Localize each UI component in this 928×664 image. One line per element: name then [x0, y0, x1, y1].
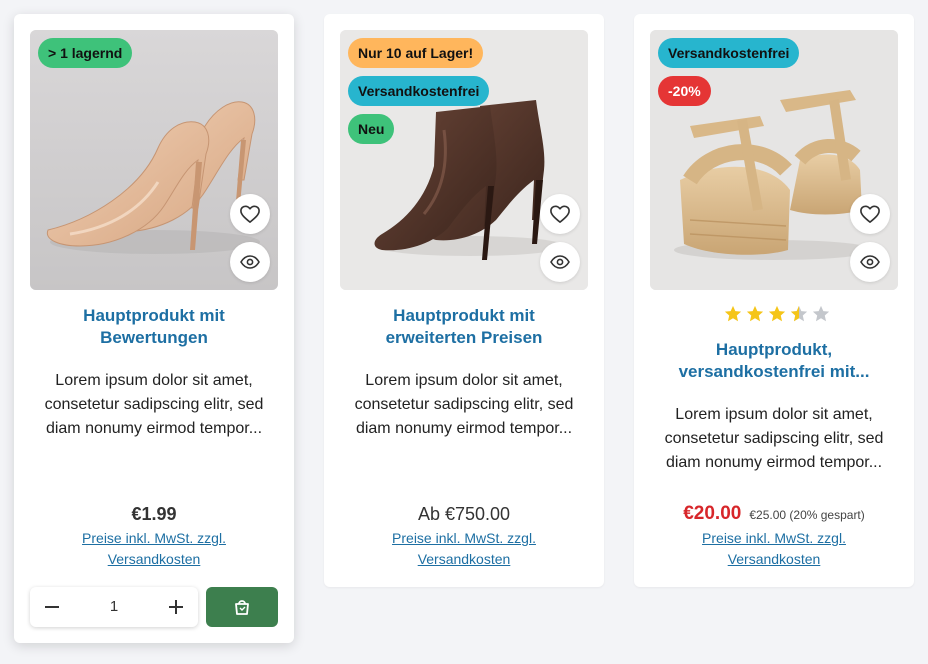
- title-line: Hauptprodukt mit: [83, 306, 225, 325]
- eye-icon: [240, 255, 260, 269]
- original-price: €25.00 (20% gespart): [749, 508, 865, 522]
- desc-line: consetetur sadipscing elitr, sed: [44, 396, 264, 413]
- badge-list: > 1 lagernd: [38, 38, 133, 68]
- product-price: Ab €750.00: [417, 504, 511, 524]
- desc-line: consetetur sadipscing elitr, sed: [354, 396, 574, 413]
- eye-icon: [860, 255, 880, 269]
- star-rating: [724, 305, 830, 323]
- badge-list: Versandkostenfrei -20%: [658, 38, 800, 106]
- eye-icon: [550, 255, 570, 269]
- quantity-stepper: 1: [30, 587, 198, 627]
- product-card: Nur 10 auf Lager! Versandkostenfrei Neu …: [324, 14, 604, 587]
- shipping-free-badge: Versandkostenfrei: [348, 76, 490, 106]
- title-line: Hauptprodukt,: [715, 340, 833, 359]
- desc-line: diam nonumy eirmod tempor...: [45, 420, 263, 437]
- title-line: versandkostenfrei mit...: [678, 362, 870, 381]
- product-price-block: €20.00 €25.00 (20% gespart): [650, 503, 898, 525]
- product-card: Versandkostenfrei -20% Hauptprodukt, ver…: [634, 14, 914, 587]
- minus-icon: [45, 606, 59, 608]
- tax-line: Preise inkl. MwSt. zzgl.: [82, 530, 226, 546]
- tax-line: Versandkosten: [417, 551, 511, 567]
- shopping-bag-icon: [235, 600, 249, 615]
- desc-line: Lorem ipsum dolor sit amet,: [365, 372, 563, 389]
- stock-badge: > 1 lagernd: [38, 38, 133, 68]
- new-badge: Neu: [348, 114, 395, 144]
- title-line: Bewertungen: [100, 328, 208, 347]
- increase-button[interactable]: [154, 587, 198, 627]
- tax-line: Versandkosten: [107, 551, 201, 567]
- wishlist-button[interactable]: [850, 194, 890, 234]
- tax-line: Versandkosten: [727, 551, 821, 567]
- heart-icon: [240, 205, 260, 223]
- title-line: erweiterten Preisen: [385, 328, 543, 347]
- title-line: Hauptprodukt mit: [393, 306, 535, 325]
- shipping-free-badge: Versandkostenfrei: [658, 38, 800, 68]
- quickview-button[interactable]: [230, 242, 270, 282]
- plus-icon: [169, 600, 183, 614]
- quickview-button[interactable]: [850, 242, 890, 282]
- product-title-link[interactable]: Hauptprodukt, versandkostenfrei mit...: [650, 339, 898, 383]
- tax-info-link[interactable]: Preise inkl. MwSt. zzgl. Versandkosten: [650, 528, 898, 570]
- desc-line: diam nonumy eirmod tempor...: [355, 420, 573, 437]
- desc-line: consetetur sadipscing elitr, sed: [664, 430, 884, 447]
- product-title-link[interactable]: Hauptprodukt mit erweiterten Preisen: [340, 305, 588, 349]
- product-description: Lorem ipsum dolor sit amet, consetetur s…: [340, 369, 588, 441]
- heart-icon: [860, 205, 880, 223]
- quantity-input[interactable]: 1: [74, 587, 154, 627]
- product-image[interactable]: Nur 10 auf Lager! Versandkostenfrei Neu: [340, 30, 588, 290]
- sale-price: €20.00: [683, 503, 742, 524]
- tax-line: Preise inkl. MwSt. zzgl.: [702, 530, 846, 546]
- add-to-cart-button[interactable]: [206, 587, 278, 627]
- wishlist-button[interactable]: [230, 194, 270, 234]
- quickview-button[interactable]: [540, 242, 580, 282]
- product-description: Lorem ipsum dolor sit amet, consetetur s…: [650, 403, 898, 475]
- wishlist-button[interactable]: [540, 194, 580, 234]
- product-card: > 1 lagernd Hauptprodukt mit Bewertungen…: [14, 14, 294, 643]
- discount-badge: -20%: [658, 76, 711, 106]
- star-empty-icon: [812, 305, 830, 322]
- star-half-icon: [790, 305, 808, 322]
- star-full-icon: [724, 305, 742, 322]
- tax-info-link[interactable]: Preise inkl. MwSt. zzgl. Versandkosten: [30, 528, 278, 570]
- tax-info-link[interactable]: Preise inkl. MwSt. zzgl. Versandkosten: [340, 528, 588, 570]
- stock-badge: Nur 10 auf Lager!: [348, 38, 484, 68]
- star-full-icon: [746, 305, 764, 322]
- product-description: Lorem ipsum dolor sit amet, consetetur s…: [30, 369, 278, 441]
- product-title-link[interactable]: Hauptprodukt mit Bewertungen: [30, 305, 278, 349]
- tax-line: Preise inkl. MwSt. zzgl.: [392, 530, 536, 546]
- desc-line: diam nonumy eirmod tempor...: [665, 454, 883, 471]
- product-price: €1.99: [131, 504, 177, 524]
- decrease-button[interactable]: [30, 587, 74, 627]
- badge-list: Nur 10 auf Lager! Versandkostenfrei Neu: [348, 38, 490, 144]
- star-full-icon: [768, 305, 786, 322]
- desc-line: Lorem ipsum dolor sit amet,: [55, 372, 253, 389]
- heart-icon: [550, 205, 570, 223]
- desc-line: Lorem ipsum dolor sit amet,: [675, 406, 873, 423]
- product-image[interactable]: Versandkostenfrei -20%: [650, 30, 898, 290]
- product-image[interactable]: > 1 lagernd: [30, 30, 278, 290]
